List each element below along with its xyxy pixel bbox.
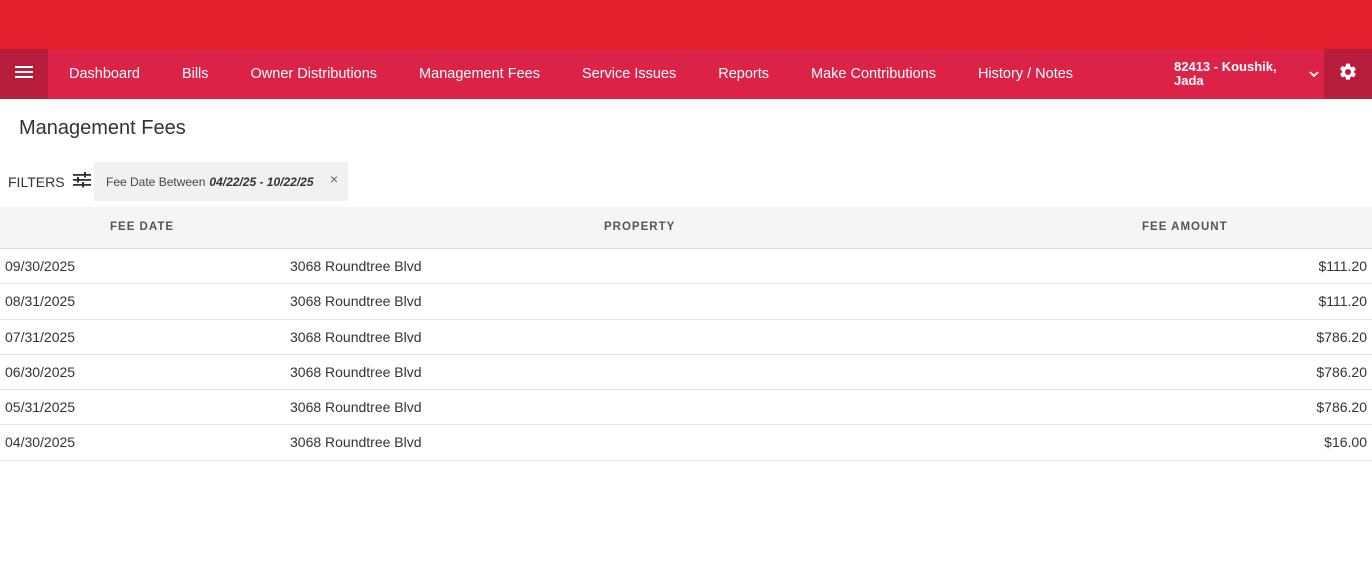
nav-item-management-fees[interactable]: Management Fees <box>398 49 561 99</box>
cell-property: 3068 Roundtree Blvd <box>290 328 422 345</box>
table-row[interactable]: 06/30/2025 3068 Roundtree Blvd $786.20 <box>0 355 1372 391</box>
management-fees-table: FEE DATE PROPERTY FEE AMOUNT 09/30/2025 … <box>0 207 1372 461</box>
page-title: Management Fees <box>19 117 186 139</box>
menu-button[interactable] <box>0 49 48 99</box>
cell-fee-date: 04/30/2025 <box>5 434 76 451</box>
cell-property: 3068 Roundtree Blvd <box>290 399 422 416</box>
cell-fee-amount: $786.20 <box>1316 363 1367 380</box>
nav-item-dashboard[interactable]: Dashboard <box>48 49 161 99</box>
cell-fee-amount: $111.20 <box>1318 258 1367 274</box>
filters-label: FILTERS <box>8 173 65 190</box>
chevron-down-icon <box>1308 67 1320 85</box>
cell-property: 3068 Roundtree Blvd <box>290 434 422 451</box>
filter-chip-fee-date: Fee Date Between 04/22/25 - 10/22/25 × <box>94 162 348 201</box>
account-selector[interactable]: 82413 - Koushik, Jada <box>1174 49 1324 99</box>
nav-item-make-contributions[interactable]: Make Contributions <box>790 49 957 99</box>
cell-property: 3068 Roundtree Blvd <box>290 363 422 380</box>
nav-item-owner-distributions[interactable]: Owner Distributions <box>230 49 399 99</box>
cell-fee-date: 06/30/2025 <box>5 363 76 380</box>
cell-fee-date: 05/31/2025 <box>5 399 76 416</box>
top-banner <box>0 0 1372 49</box>
main-navbar: Dashboard Bills Owner Distributions Mana… <box>0 49 1372 99</box>
table-row[interactable]: 09/30/2025 3068 Roundtree Blvd $111.20 <box>0 249 1372 285</box>
cell-fee-date: 08/31/2025 <box>5 293 76 310</box>
filter-chip-value: 04/22/25 - 10/22/25 <box>209 174 314 189</box>
close-icon[interactable]: × <box>330 171 338 187</box>
table-row[interactable]: 05/31/2025 3068 Roundtree Blvd $786.20 <box>0 390 1372 426</box>
nav-item-reports[interactable]: Reports <box>697 49 790 99</box>
nav-item-bills[interactable]: Bills <box>161 49 230 99</box>
nav-item-service-issues[interactable]: Service Issues <box>561 49 697 99</box>
header-property[interactable]: PROPERTY <box>604 221 675 233</box>
settings-button[interactable] <box>1324 49 1372 99</box>
filters-button[interactable]: FILTERS <box>8 172 91 191</box>
hamburger-icon <box>15 65 33 84</box>
account-name: 82413 - Koushik, Jada <box>1174 59 1277 88</box>
table-row[interactable]: 07/31/2025 3068 Roundtree Blvd $786.20 <box>0 320 1372 355</box>
cell-property: 3068 Roundtree Blvd <box>290 258 422 274</box>
filter-chip-label: Fee Date Between <box>106 174 206 189</box>
cell-fee-amount: $786.20 <box>1316 399 1367 416</box>
cell-fee-amount: $786.20 <box>1316 328 1367 345</box>
cell-fee-date: 09/30/2025 <box>5 258 76 274</box>
cell-property: 3068 Roundtree Blvd <box>290 293 422 310</box>
gear-icon <box>1338 62 1358 87</box>
header-fee-date[interactable]: FEE DATE <box>110 221 174 233</box>
nav-items: Dashboard Bills Owner Distributions Mana… <box>48 49 1094 99</box>
nav-item-history-notes[interactable]: History / Notes <box>957 49 1094 99</box>
header-fee-amount[interactable]: FEE AMOUNT <box>1142 221 1228 233</box>
cell-fee-amount: $16.00 <box>1324 434 1367 451</box>
table-header: FEE DATE PROPERTY FEE AMOUNT <box>0 207 1372 249</box>
table-row[interactable]: 04/30/2025 3068 Roundtree Blvd $16.00 <box>0 425 1372 461</box>
cell-fee-amount: $111.20 <box>1318 293 1367 310</box>
cell-fee-date: 07/31/2025 <box>5 328 76 345</box>
table-row[interactable]: 08/31/2025 3068 Roundtree Blvd $111.20 <box>0 284 1372 320</box>
sliders-icon <box>72 172 91 191</box>
